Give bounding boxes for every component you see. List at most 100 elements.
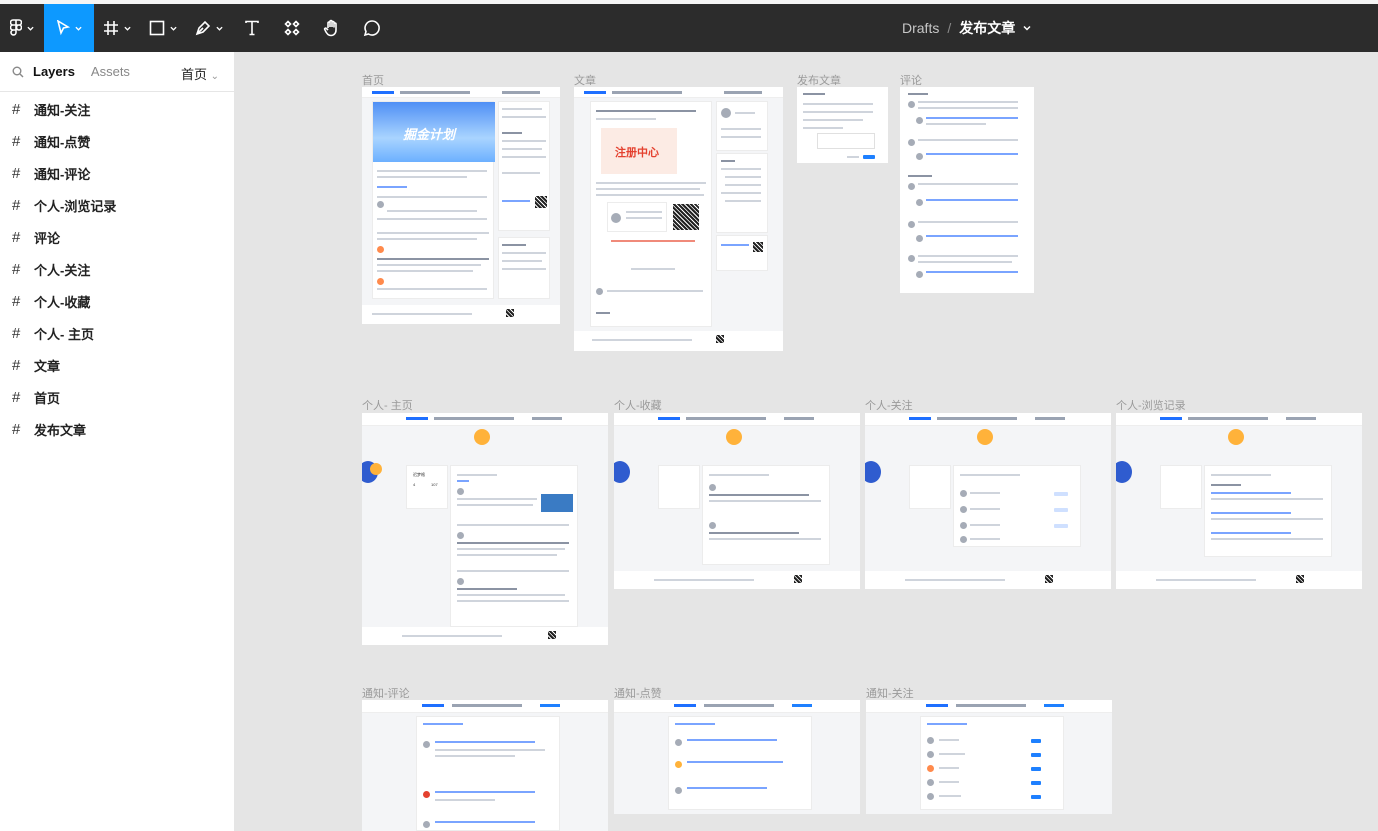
resources-tool-button[interactable] — [272, 4, 312, 52]
layer-name: 通知-关注 — [34, 102, 91, 118]
layer-name: 文章 — [34, 358, 61, 374]
layer-name: 评论 — [34, 230, 61, 246]
frame-profile-home[interactable]: 迟梦格 4 107 — [362, 413, 608, 645]
figma-menu-button[interactable] — [0, 4, 44, 52]
chevron-down-icon: ⌄ — [210, 71, 220, 82]
mock-feed-card: 掘金计划 — [372, 101, 495, 299]
layer-item[interactable]: # 通知-点赞 — [0, 125, 234, 157]
frame-publish-article[interactable] — [797, 87, 888, 163]
pen-tool-button[interactable] — [186, 4, 232, 52]
frame-label[interactable]: 个人-浏览记录 — [1116, 397, 1186, 413]
frame-profile-following[interactable] — [865, 413, 1111, 589]
page-selector[interactable]: 首页 ⌄ — [181, 64, 219, 83]
frame-comments[interactable] — [900, 87, 1034, 293]
chevron-down-icon[interactable] — [1023, 24, 1031, 32]
chevron-down-icon — [27, 26, 34, 31]
frame-icon — [104, 21, 118, 35]
mock-navbar — [614, 700, 860, 713]
breadcrumb-file-name[interactable]: 发布文章 — [959, 18, 1015, 38]
layer-item[interactable]: # 通知-评论 — [0, 157, 234, 189]
layer-item[interactable]: # 文章 — [0, 349, 234, 381]
design-canvas[interactable]: 首页 掘金计划 文章 注册中心 发布文章 评论 个人- 主页 迟梦格 4 107… — [236, 52, 1378, 831]
frame-notify-likes[interactable] — [614, 700, 860, 814]
frame-icon: # — [12, 228, 21, 246]
mock-navbar — [574, 87, 783, 98]
chevron-down-icon — [170, 26, 177, 31]
frame-icon: # — [12, 356, 21, 374]
mock-side-card — [498, 101, 550, 231]
frame-label[interactable]: 个人-关注 — [865, 397, 913, 413]
banner-title: 掘金计划 — [403, 127, 456, 142]
tab-assets[interactable]: Assets — [91, 64, 130, 79]
layer-item[interactable]: # 个人-关注 — [0, 253, 234, 285]
shape-tool-button[interactable] — [140, 4, 186, 52]
mock-decor-blob — [1116, 461, 1132, 483]
mock-article-card: 注册中心 — [590, 101, 712, 327]
profile-stat: 107 — [431, 482, 438, 487]
frame-label[interactable]: 个人- 主页 — [362, 397, 413, 413]
layer-item[interactable]: # 发布文章 — [0, 413, 234, 445]
frame-label[interactable]: 首页 — [362, 72, 384, 88]
mock-navbar — [866, 700, 1112, 713]
chevron-down-icon — [75, 26, 82, 31]
search-icon[interactable] — [12, 66, 24, 78]
comment-tool-button[interactable] — [352, 4, 392, 52]
cursor-icon — [56, 20, 70, 36]
layer-item[interactable]: # 评论 — [0, 221, 234, 253]
frame-profile-history[interactable] — [1116, 413, 1362, 589]
mock-decor-emoji — [474, 429, 490, 445]
tab-layers[interactable]: Layers — [33, 64, 75, 79]
frame-article[interactable]: 注册中心 — [574, 87, 783, 351]
frame-label[interactable]: 发布文章 — [797, 72, 841, 88]
breadcrumb: Drafts / 发布文章 — [902, 4, 1031, 52]
frame-profile-favorites[interactable] — [614, 413, 860, 589]
breadcrumb-separator: / — [947, 20, 952, 36]
mock-navbar — [865, 413, 1111, 426]
mock-inner-card — [607, 202, 667, 232]
frame-icon: # — [12, 324, 21, 342]
mock-notification-list — [416, 716, 560, 831]
frame-label[interactable]: 通知-评论 — [362, 685, 410, 701]
mock-textarea — [817, 133, 875, 149]
frame-icon: # — [12, 388, 21, 406]
mock-footer — [574, 331, 783, 351]
frame-home[interactable]: 掘金计划 — [362, 87, 560, 324]
mock-side-card — [498, 237, 550, 299]
layer-name: 个人-收藏 — [34, 294, 91, 310]
frame-label[interactable]: 通知-关注 — [866, 685, 914, 701]
layer-name: 首页 — [34, 390, 61, 406]
frame-label[interactable]: 文章 — [574, 72, 596, 88]
qr-code-icon — [506, 309, 514, 317]
chevron-down-icon — [216, 26, 223, 31]
mock-navbar — [1116, 413, 1362, 426]
breadcrumb-project[interactable]: Drafts — [902, 20, 939, 36]
frame-label[interactable]: 个人-收藏 — [614, 397, 662, 413]
mock-profile-feed — [450, 465, 578, 627]
layer-item[interactable]: # 个人- 主页 — [0, 317, 234, 349]
qr-code-icon — [535, 196, 547, 208]
mock-thumbnail — [541, 494, 573, 512]
rectangle-icon — [149, 20, 165, 36]
layer-item[interactable]: # 个人-收藏 — [0, 285, 234, 317]
mock-author-card — [716, 101, 768, 151]
text-tool-button[interactable] — [232, 4, 272, 52]
mock-navbar — [614, 413, 860, 426]
article-banner-title: 注册中心 — [615, 147, 659, 159]
frame-notify-comments[interactable] — [362, 700, 608, 831]
layer-item[interactable]: # 通知-关注 — [0, 93, 234, 125]
mock-profile-card — [658, 465, 700, 509]
frame-notify-following[interactable] — [866, 700, 1112, 814]
layer-item[interactable]: # 个人-浏览记录 — [0, 189, 234, 221]
mock-footer — [614, 571, 860, 589]
mock-history-list — [1204, 465, 1332, 557]
qr-code-icon — [753, 242, 763, 252]
frame-label[interactable]: 评论 — [900, 72, 922, 88]
mock-navbar — [362, 700, 608, 713]
hand-tool-button[interactable] — [312, 4, 352, 52]
move-tool-button[interactable] — [44, 4, 94, 52]
layer-item[interactable]: # 首页 — [0, 381, 234, 413]
components-icon — [284, 20, 300, 36]
frame-label[interactable]: 通知-点赞 — [614, 685, 662, 701]
frame-tool-button[interactable] — [94, 4, 140, 52]
mock-decor-emoji — [370, 463, 382, 475]
